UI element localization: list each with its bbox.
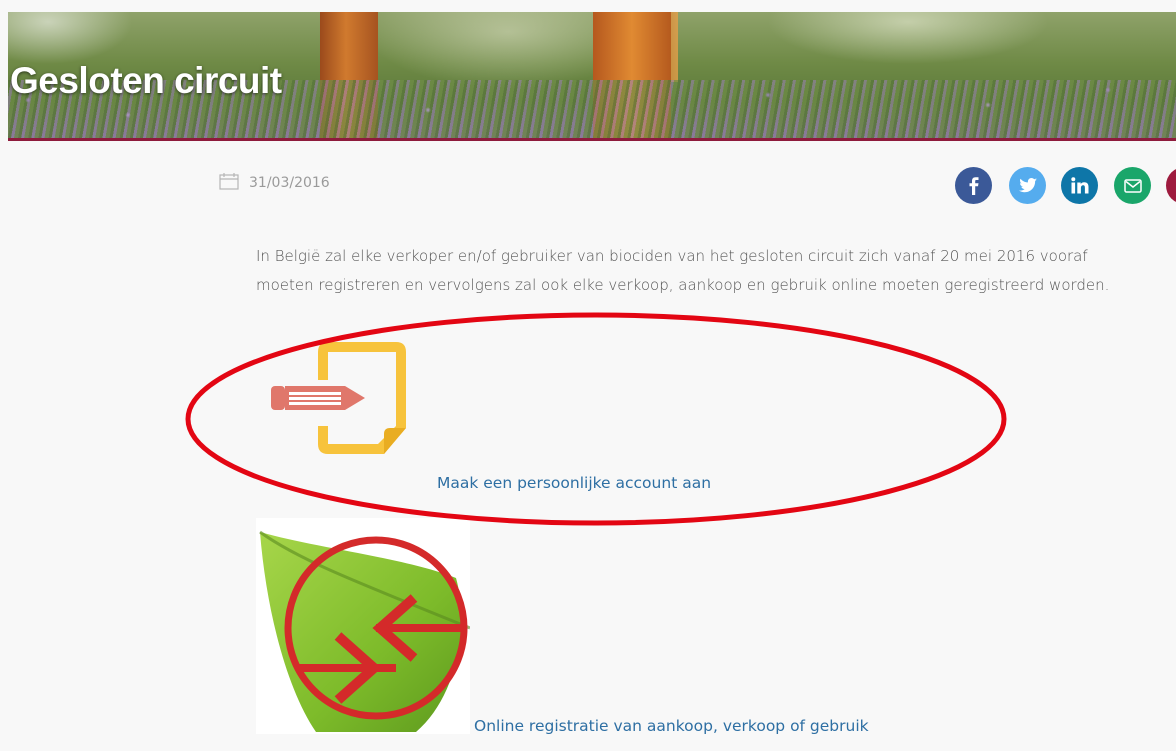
post-date: 31/03/2016 (219, 172, 330, 195)
create-account-icon[interactable] (258, 334, 413, 464)
online-registration-link[interactable]: Online registratie van aankoop, verkoop … (474, 717, 869, 735)
page: Gesloten circuit 31/03/2016 In België za… (0, 0, 1176, 751)
hero-banner: Gesloten circuit (8, 12, 1176, 140)
share-facebook-button[interactable] (955, 167, 992, 204)
article-intro: In België zal elke verkoper en/of gebrui… (256, 242, 1166, 300)
twitter-icon (1018, 178, 1037, 193)
calendar-icon (219, 172, 239, 195)
registration-image[interactable] (256, 518, 470, 734)
share-linkedin-button[interactable] (1061, 167, 1098, 204)
share-twitter-button[interactable] (1009, 167, 1046, 204)
intro-line: In België zal elke verkoper en/of gebrui… (256, 247, 1088, 265)
facebook-icon (969, 176, 978, 195)
linkedin-icon (1070, 177, 1088, 194)
hero-divider (8, 138, 1176, 141)
date-text: 31/03/2016 (249, 175, 330, 191)
share-email-button[interactable] (1114, 167, 1151, 204)
share-pinterest-button[interactable] (1166, 167, 1176, 204)
create-account-link[interactable]: Maak een persoonlijke account aan (437, 474, 711, 492)
document-pencil-icon (271, 342, 406, 454)
leaf-arrows-icon (259, 530, 470, 732)
mail-icon (1123, 178, 1142, 193)
intro-line: moeten registreren en vervolgens zal ook… (256, 276, 1110, 294)
page-title: Gesloten circuit (10, 60, 282, 101)
